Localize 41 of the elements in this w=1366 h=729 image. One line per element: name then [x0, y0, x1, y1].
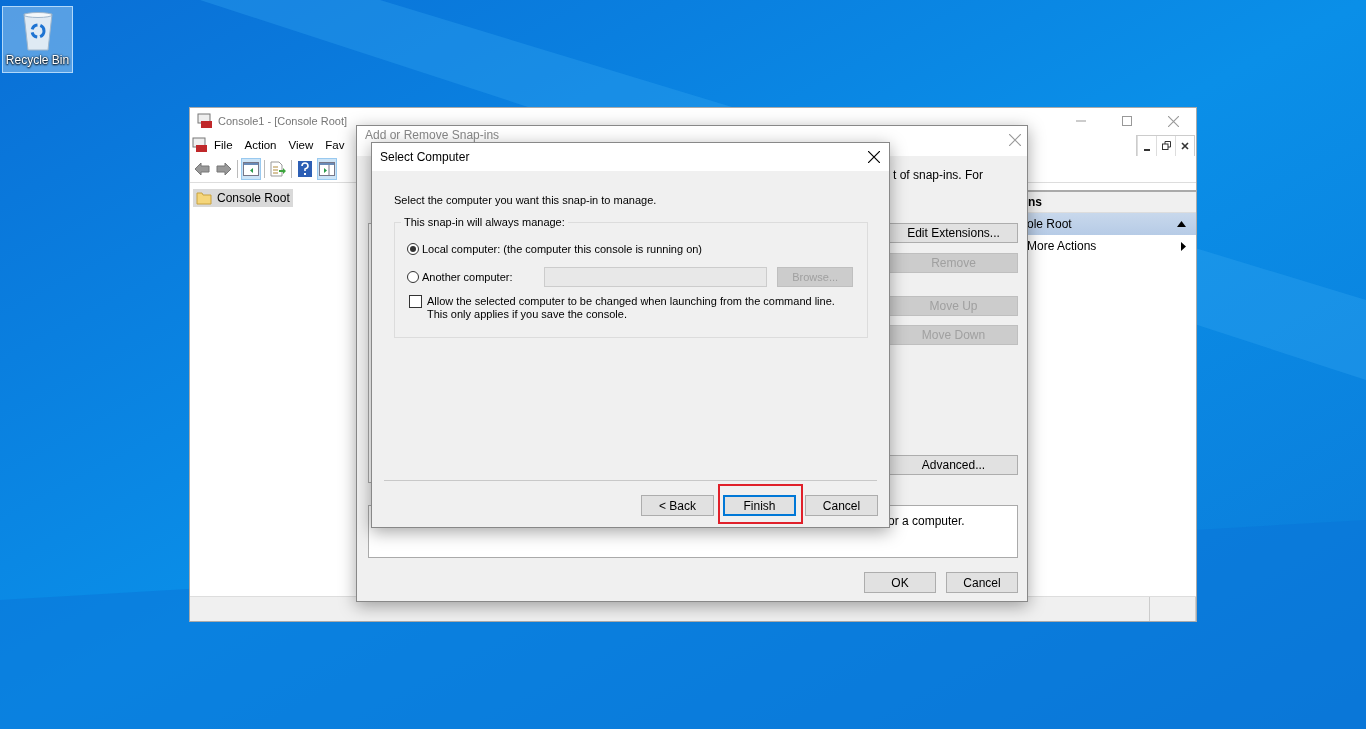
tree-item[interactable]: Console Root	[193, 189, 293, 207]
group-label: This snap-in will always manage:	[401, 216, 568, 228]
minimize-icon	[1144, 148, 1150, 151]
prompt-text: Select the computer you want this snap-in to manage.	[394, 194, 658, 206]
checkbox[interactable]	[409, 295, 422, 308]
restore-icon	[1161, 141, 1171, 150]
dialog-button[interactable]: < Back	[641, 495, 714, 516]
help-button[interactable]	[295, 158, 315, 180]
dialog-title: Add or Remove Snap-ins	[365, 128, 500, 142]
show-action-pane-button[interactable]	[317, 158, 337, 180]
dialog-button[interactable]: Finish	[723, 495, 796, 516]
submenu-arrow-icon	[1181, 241, 1186, 251]
console-app-icon	[197, 113, 213, 129]
close-icon	[1181, 141, 1189, 150]
menu-item[interactable]: File	[208, 139, 239, 151]
radio-label: Another computer:	[422, 271, 514, 283]
ok-button[interactable]: OK	[864, 572, 936, 593]
dialog-button[interactable]: Edit Extensions...	[889, 223, 1018, 243]
close-icon[interactable]	[868, 151, 880, 163]
dialog-button[interactable]: Cancel	[805, 495, 878, 516]
window-title: Console1 - [Console Root]	[218, 115, 347, 127]
pane-row[interactable]: ole Root	[1026, 213, 1196, 235]
console-app-icon	[192, 137, 208, 153]
show-tree-button[interactable]	[241, 158, 261, 180]
dialog-title: Select Computer	[380, 150, 470, 164]
menu-item[interactable]: View	[282, 139, 320, 151]
radio-button[interactable]	[407, 243, 419, 255]
menu-item[interactable]: Action	[238, 139, 283, 151]
folder-icon	[196, 191, 212, 205]
checkbox-label: Allow the selected computer to be changed when launching from the command line. This only applies if you save the console.	[427, 295, 836, 321]
radio-label: Local computer: (the computer this console is running on)	[422, 243, 703, 255]
pane-header: ns	[1026, 192, 1196, 213]
maximize-icon[interactable]	[1122, 116, 1132, 126]
menu-item[interactable]: Fav	[319, 139, 351, 151]
collapse-icon	[1177, 221, 1186, 227]
dialog-text: t of snap-ins. For	[893, 168, 984, 182]
cancel-button[interactable]: Cancel	[946, 572, 1018, 593]
export-list-button[interactable]	[268, 158, 288, 180]
pane-row[interactable]: More Actions	[1026, 235, 1196, 257]
dialog-button[interactable]: Advanced...	[889, 455, 1018, 475]
radio-button[interactable]	[407, 271, 419, 283]
